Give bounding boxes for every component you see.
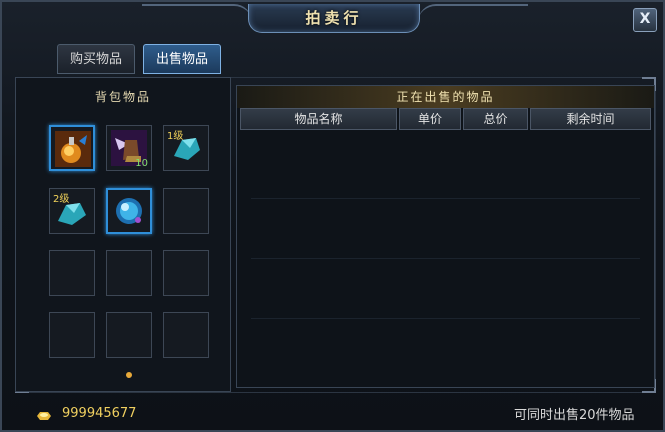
table-row-divider — [251, 318, 640, 319]
gold-ingot-icon — [35, 407, 53, 426]
auction-window: 拍卖行 X 购买物品 出售物品 背包物品 10 1级 2级 正在出售的物品 物品… — [0, 0, 665, 432]
window-title-plate: 拍卖行 — [248, 4, 420, 33]
on-sale-title: 正在出售的物品 — [237, 86, 654, 108]
bag-slot[interactable]: 10 — [106, 125, 152, 171]
bag-slot[interactable]: 2级 — [49, 188, 95, 234]
bag-slot[interactable] — [106, 250, 152, 296]
bag-slot[interactable] — [49, 125, 95, 171]
close-button[interactable]: X — [633, 8, 657, 32]
bag-slot[interactable] — [49, 312, 95, 358]
tab-buy-items[interactable]: 购买物品 — [57, 44, 135, 74]
on-sale-panel: 正在出售的物品 物品名称 单价 总价 剩余时间 — [236, 85, 655, 388]
bag-title: 背包物品 — [94, 90, 151, 104]
bag-slot[interactable] — [163, 312, 209, 358]
window-title: 拍卖行 — [305, 9, 363, 27]
bag-slot[interactable] — [106, 312, 152, 358]
column-item-name[interactable]: 物品名称 — [240, 108, 397, 130]
slot-level: 2级 — [53, 194, 70, 205]
bag-slot[interactable] — [49, 250, 95, 296]
title-ornament-right — [418, 4, 528, 26]
slot-count: 10 — [135, 158, 148, 169]
gold-amount: 999945677 — [62, 406, 137, 421]
tab-sell-items[interactable]: 出售物品 — [143, 44, 221, 74]
on-sale-table-header: 物品名称 单价 总价 剩余时间 — [240, 108, 651, 130]
column-remaining-time[interactable]: 剩余时间 — [530, 108, 651, 130]
bag-slot[interactable] — [163, 188, 209, 234]
slot-level: 1级 — [167, 131, 184, 142]
table-row-divider — [251, 258, 640, 259]
sell-limit-note: 可同时出售20件物品 — [514, 408, 635, 423]
column-total-price[interactable]: 总价 — [463, 108, 528, 130]
column-unit-price[interactable]: 单价 — [399, 108, 461, 130]
bag-slot[interactable]: 1级 — [163, 125, 209, 171]
bag-slot[interactable] — [163, 250, 209, 296]
bag-panel: 背包物品 10 1级 2级 — [15, 77, 231, 392]
table-row-divider — [251, 198, 640, 199]
bag-slot[interactable] — [106, 188, 152, 234]
page-indicator-dot[interactable] — [126, 372, 132, 378]
title-ornament-left — [142, 4, 252, 26]
